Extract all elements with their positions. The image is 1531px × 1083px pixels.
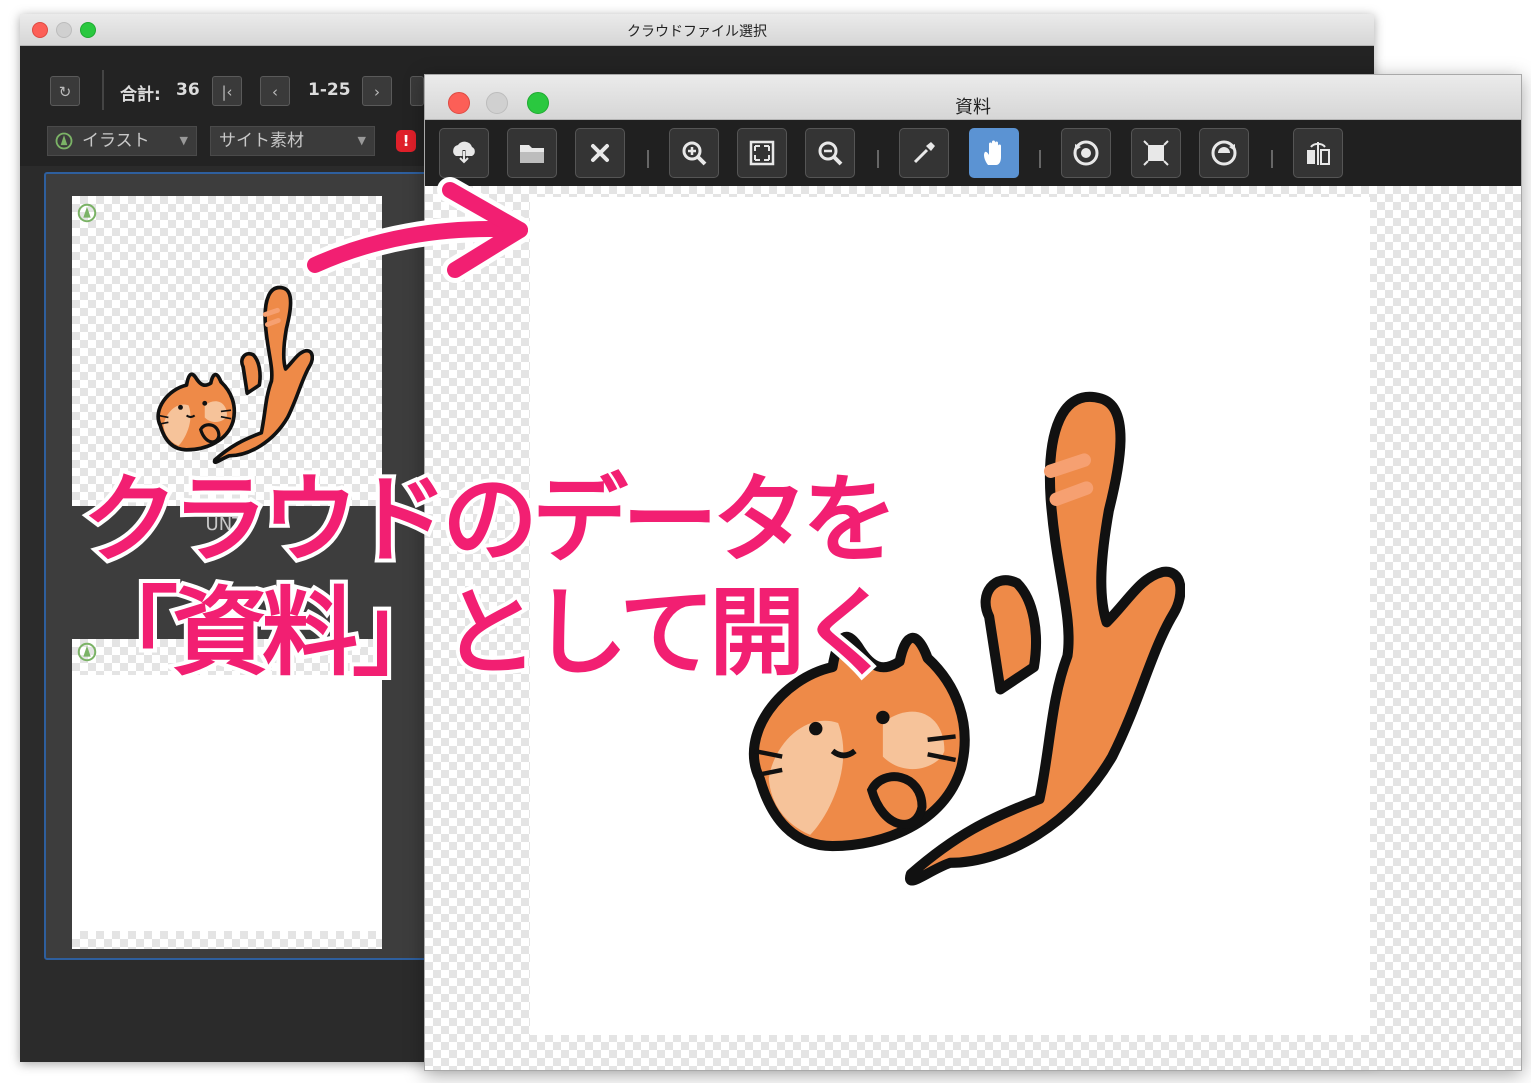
flip-icon[interactable]	[1293, 128, 1343, 178]
next-page-button[interactable]: ›	[362, 76, 392, 106]
category-value: イラスト	[82, 131, 150, 151]
zoom-out-icon[interactable]	[805, 128, 855, 178]
page-range: 1-25	[308, 80, 351, 100]
warning-icon[interactable]: !	[396, 130, 416, 152]
window-title: クラウドファイル選択	[627, 24, 767, 40]
eyedropper-icon[interactable]	[899, 128, 949, 178]
separator	[1271, 150, 1273, 168]
type-value: サイト素材	[219, 131, 304, 151]
zoom-in-icon[interactable]	[669, 128, 719, 178]
titlebar: クラウドファイル選択	[20, 14, 1374, 46]
pen-icon	[55, 132, 73, 150]
separator	[1039, 150, 1041, 168]
last-page-button[interactable]	[410, 76, 424, 106]
window-title: 資料	[955, 97, 991, 118]
rotate-right-icon[interactable]	[1199, 128, 1249, 178]
separator	[877, 150, 879, 168]
fit-icon[interactable]	[1131, 128, 1181, 178]
separator	[102, 70, 104, 110]
pen-icon	[77, 203, 97, 223]
thumbnail-background	[72, 931, 382, 949]
total-count: 36	[176, 80, 200, 100]
chevron-down-icon: ▼	[179, 134, 188, 147]
rotate-left-icon[interactable]	[1061, 128, 1111, 178]
arrow-icon	[302, 177, 533, 283]
close-icon[interactable]	[575, 128, 625, 178]
refresh-button[interactable]: ↻	[50, 76, 80, 106]
category-select[interactable]: イラスト ▼	[47, 126, 197, 156]
cat-illustration	[144, 276, 314, 470]
type-select[interactable]: サイト素材 ▼	[210, 126, 375, 156]
total-label: 合計:	[120, 85, 161, 105]
first-page-button[interactable]: |‹	[212, 76, 242, 106]
toolbar	[425, 120, 1521, 186]
separator	[647, 150, 649, 168]
prev-page-button[interactable]: ‹	[260, 76, 290, 106]
fit-to-window-icon[interactable]	[737, 128, 787, 178]
callout-line-2: 「資料」として開く	[78, 573, 899, 693]
titlebar: 資料	[425, 75, 1521, 120]
hand-icon[interactable]	[969, 128, 1019, 178]
chevron-down-icon: ▼	[357, 134, 366, 147]
